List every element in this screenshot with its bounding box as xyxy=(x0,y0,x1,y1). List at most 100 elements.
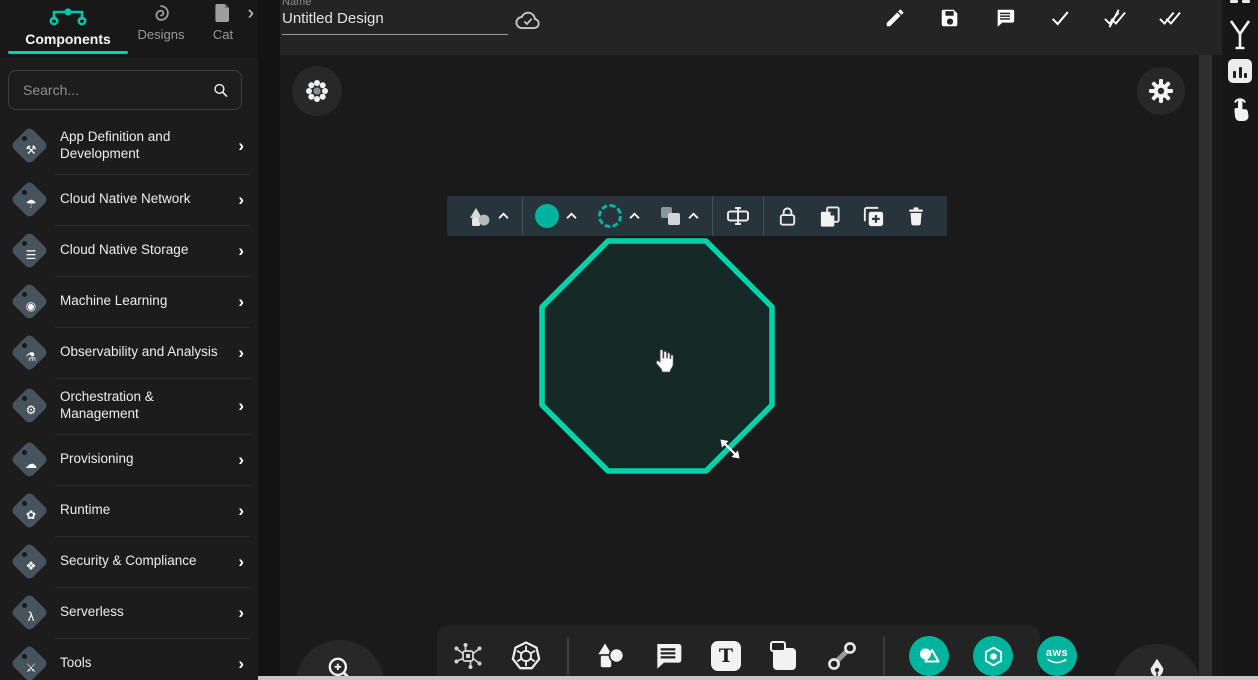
save-button[interactable] xyxy=(938,6,962,30)
sidebar-item-app-definition[interactable]: ⚒ App Definition and Development › xyxy=(0,118,258,174)
shape-picker-button[interactable] xyxy=(457,206,520,227)
comment-button[interactable] xyxy=(993,6,1017,30)
dock-separator xyxy=(883,637,885,675)
lock-icon xyxy=(776,205,799,228)
catalog-file-icon xyxy=(213,2,233,24)
arrange-layers-icon xyxy=(661,207,681,226)
machine-learning-tag-icon: ◉ xyxy=(8,280,52,324)
tab-scroll-chevron-icon[interactable]: › xyxy=(248,5,254,23)
sidebar-item-serverless[interactable]: λ Serverless › xyxy=(0,587,258,638)
horizontal-scrollbar[interactable] xyxy=(258,676,1258,680)
check-button[interactable] xyxy=(1048,6,1072,30)
settings-gear-button[interactable] xyxy=(1137,67,1185,115)
pen-tool-button[interactable] xyxy=(1113,644,1199,680)
provisioning-tag-icon: ☁ xyxy=(8,438,52,482)
teal-hexagon-group-button[interactable] xyxy=(973,636,1013,676)
note-tool-button[interactable] xyxy=(767,636,801,676)
tab-catalog-label: Cat xyxy=(202,27,244,42)
text-icon: T xyxy=(711,641,741,671)
circuit-node-icon xyxy=(452,640,484,672)
sidebar-item-cloud-native-storage[interactable]: ☰ Cloud Native Storage › xyxy=(0,225,258,276)
tools-tag-icon: ⚔ xyxy=(8,642,52,680)
double-check-crossed-button[interactable] xyxy=(1103,6,1127,30)
teal-shapes-group-button[interactable] xyxy=(909,636,949,676)
text-tool-button[interactable]: T xyxy=(709,636,743,676)
sidebar-item-orchestration[interactable]: ⚙ Orchestration & Management › xyxy=(0,378,258,434)
security-tag-icon: ❖ xyxy=(8,540,52,584)
add-copy-icon xyxy=(862,205,885,228)
flower-icon xyxy=(304,78,330,104)
design-name-input[interactable] xyxy=(282,8,508,35)
main-area: Name xyxy=(280,0,1222,680)
category-list: ⚒ App Definition and Development › ☂ Clo… xyxy=(0,118,258,680)
delete-trash-icon xyxy=(905,205,927,228)
touch-interaction-button[interactable] xyxy=(1227,95,1253,123)
toolbar-separator xyxy=(763,196,764,236)
chevron-right-icon: › xyxy=(238,450,244,470)
sidebar-item-tools[interactable]: ⚔ Tools › xyxy=(0,638,258,680)
design-canvas[interactable]: T xyxy=(280,55,1199,680)
tab-components[interactable]: Components xyxy=(8,0,128,56)
chevron-right-icon: › xyxy=(238,190,244,210)
storage-tag-icon: ☰ xyxy=(8,229,52,273)
component-search xyxy=(8,70,242,110)
edge-link-button[interactable] xyxy=(825,636,859,676)
header-actions xyxy=(883,6,1182,30)
vertical-scrollbar[interactable] xyxy=(1199,55,1212,676)
duplicate-button[interactable] xyxy=(809,205,852,228)
sidebar-item-runtime[interactable]: ✿ Runtime › xyxy=(0,485,258,536)
double-check-button[interactable] xyxy=(1158,6,1182,30)
app-definition-tag-icon: ⚒ xyxy=(8,124,52,168)
sidebar-item-provisioning[interactable]: ☁ Provisioning › xyxy=(0,434,258,485)
search-icon[interactable] xyxy=(212,80,229,100)
network-tag-icon: ☂ xyxy=(8,178,52,222)
flask-y-button[interactable] xyxy=(1225,17,1255,53)
tab-designs[interactable]: Designs xyxy=(130,2,192,56)
add-copy-button[interactable] xyxy=(852,205,895,228)
stroke-style-button[interactable] xyxy=(588,204,651,228)
workflow-nodes-icon xyxy=(46,1,90,27)
delete-button[interactable] xyxy=(895,205,937,228)
toolbar-separator xyxy=(522,196,523,236)
chevron-right-icon: › xyxy=(238,241,244,261)
flask-y-icon xyxy=(1225,17,1255,53)
sidebar-item-security-compliance[interactable]: ❖ Security & Compliance › xyxy=(0,536,258,587)
columns-partial-icon xyxy=(1230,0,1250,3)
active-tab-underline xyxy=(8,51,128,54)
aws-group-button[interactable]: aws xyxy=(1037,636,1077,676)
edge-link-icon xyxy=(826,640,858,672)
design-name-field: Name xyxy=(282,0,510,35)
orchestration-tag-icon: ⚙ xyxy=(8,384,52,428)
fill-color-button[interactable] xyxy=(525,204,588,228)
touch-interaction-icon xyxy=(1227,95,1253,123)
bar-chart-button[interactable] xyxy=(1228,59,1252,83)
sidebar-tabbar: Components Designs Cat › xyxy=(0,0,258,58)
sidebar-item-observability[interactable]: ⚗ Observability and Analysis › xyxy=(0,327,258,378)
name-label: Name xyxy=(282,0,510,8)
gear-icon xyxy=(1148,78,1174,104)
search-input[interactable] xyxy=(9,82,212,98)
edit-pencil-button[interactable] xyxy=(883,6,907,30)
aws-icon: aws xyxy=(1046,648,1068,665)
zoom-in-button[interactable] xyxy=(296,640,384,680)
tab-catalog[interactable]: Cat xyxy=(202,2,244,56)
runtime-tag-icon: ✿ xyxy=(8,489,52,533)
scrollbar-gap xyxy=(1212,55,1222,680)
kubernetes-button[interactable] xyxy=(509,636,543,676)
shapes-icon xyxy=(593,639,627,673)
components-sidebar: Components Designs Cat › ⚒ App D xyxy=(0,0,259,680)
resize-handle-arrow[interactable] xyxy=(716,435,744,463)
lock-button[interactable] xyxy=(766,205,809,228)
flower-loader-button[interactable] xyxy=(292,66,342,116)
chevron-up-icon xyxy=(628,212,641,220)
right-dock-rail xyxy=(1222,0,1258,680)
circuit-node-button[interactable] xyxy=(451,636,485,676)
resize-width-button[interactable] xyxy=(715,203,761,229)
sidebar-item-cloud-native-network[interactable]: ☂ Cloud Native Network › xyxy=(0,174,258,225)
comment-tool-button[interactable] xyxy=(651,636,685,676)
shapes-tool-button[interactable] xyxy=(593,636,627,676)
sidebar-item-machine-learning[interactable]: ◉ Machine Learning › xyxy=(0,276,258,327)
bar-chart-icon xyxy=(1228,59,1252,83)
arrange-layers-button[interactable] xyxy=(651,207,710,226)
dock-separator xyxy=(567,637,569,675)
